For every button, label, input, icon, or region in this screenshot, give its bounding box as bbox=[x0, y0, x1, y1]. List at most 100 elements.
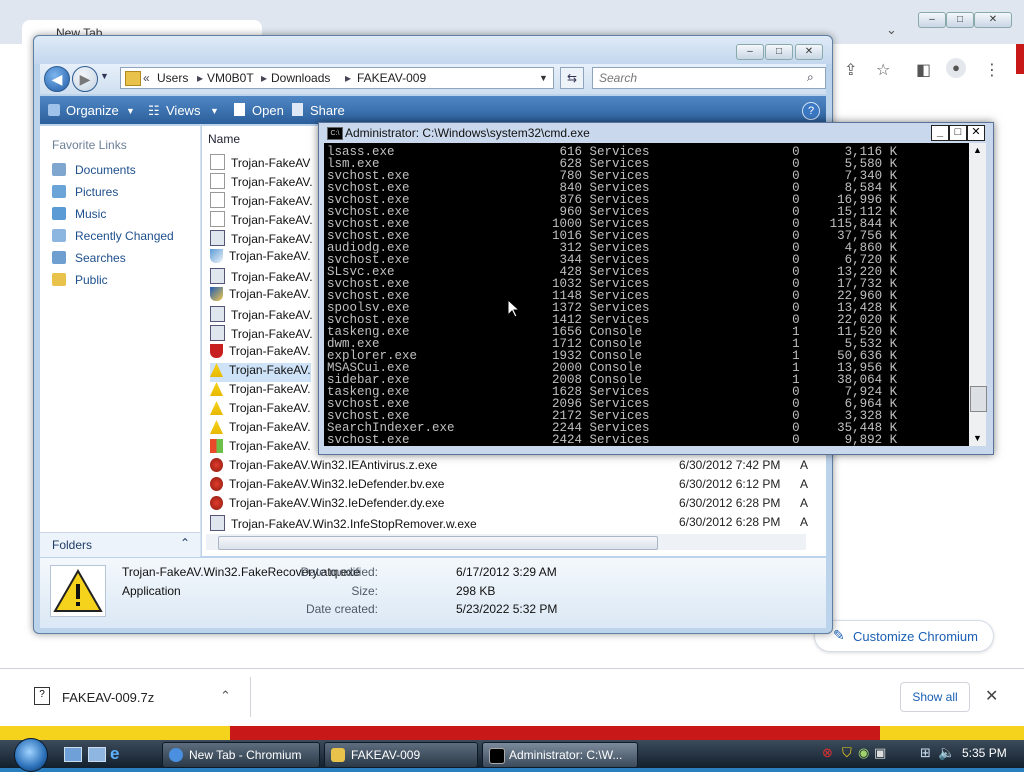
table-row[interactable]: Trojan-FakeAV. bbox=[210, 268, 313, 287]
horizontal-scrollbar[interactable] bbox=[206, 534, 806, 550]
file-date: 6/30/2012 6:28 PM bbox=[679, 515, 781, 529]
table-row[interactable]: Trojan-FakeAV.Win32.IEAntivirus.z.exe 6/3… bbox=[210, 458, 808, 477]
file-name: Trojan-FakeAV. bbox=[231, 194, 313, 208]
chevron-down-icon[interactable]: ⌄ bbox=[886, 22, 897, 38]
network-icon[interactable]: ⊞ bbox=[920, 745, 931, 761]
profile-avatar-icon[interactable]: ● bbox=[946, 58, 966, 78]
table-row[interactable]: Trojan-FakeAV. bbox=[210, 192, 313, 211]
show-desktop-icon[interactable] bbox=[64, 747, 82, 762]
shield-icon[interactable]: ⛉ bbox=[842, 745, 852, 761]
address-dropdown-icon[interactable]: ▼ bbox=[539, 73, 548, 83]
menu-kebab-icon[interactable]: ⋮ bbox=[984, 60, 1000, 80]
chromium-minimize-button[interactable]: – bbox=[918, 12, 946, 28]
start-button[interactable] bbox=[8, 738, 52, 772]
table-row[interactable]: Trojan-FakeAV. bbox=[210, 401, 311, 420]
table-row[interactable]: Trojan-FakeAV. bbox=[210, 439, 311, 458]
scroll-down-icon[interactable]: ▼ bbox=[973, 433, 982, 443]
show-all-button[interactable]: Show all bbox=[900, 682, 970, 712]
table-row[interactable]: Trojan-FakeAV. bbox=[210, 249, 311, 268]
fav-pictures[interactable]: Pictures bbox=[52, 185, 118, 199]
file-attr: A bbox=[800, 477, 809, 491]
table-row[interactable]: Trojan-FakeAV. bbox=[210, 344, 311, 363]
warning-icon bbox=[50, 565, 106, 617]
chevron-up-icon[interactable]: ⌃ bbox=[220, 688, 231, 704]
table-row[interactable]: Trojan-FakeAV. bbox=[210, 173, 313, 192]
chevron-down-icon[interactable]: ▼ bbox=[210, 106, 219, 116]
open-button[interactable]: Open bbox=[252, 103, 284, 118]
explorer-titlebar[interactable]: – □ ✕ bbox=[34, 36, 832, 64]
bookmark-star-icon[interactable]: ☆ bbox=[876, 60, 890, 80]
scrollbar-thumb[interactable] bbox=[218, 536, 658, 550]
download-item[interactable]: FAKEAV-009.7z bbox=[62, 690, 154, 705]
volume-muted-icon[interactable]: 🔈 bbox=[938, 744, 955, 761]
chromium-close-button[interactable]: ✕ bbox=[974, 12, 1012, 28]
explorer-close-button[interactable]: ✕ bbox=[795, 44, 823, 60]
fav-label: Pictures bbox=[75, 185, 119, 199]
refresh-button[interactable]: ⇆ bbox=[560, 67, 584, 89]
column-header-name[interactable]: Name bbox=[208, 132, 240, 146]
switch-windows-icon[interactable] bbox=[88, 747, 106, 762]
breadcrumb-users[interactable]: Users bbox=[157, 71, 188, 85]
internet-explorer-icon[interactable]: e bbox=[110, 744, 119, 764]
command-bar: Organize ▼ ☷ Views ▼ Open Share ? bbox=[40, 96, 826, 124]
address-bar-area: ◀ ▶ ▼ « Users ▸ VM0B0T ▸ Downloads ▸ FAK… bbox=[40, 64, 826, 94]
help-icon[interactable]: ? bbox=[802, 102, 820, 120]
security-alert-icon[interactable]: ⊗ bbox=[822, 745, 833, 761]
breadcrumb-user[interactable]: VM0B0T bbox=[207, 71, 254, 85]
cmd-maximize-button[interactable]: □ bbox=[949, 125, 967, 141]
taskbar-clock[interactable]: 5:35 PM bbox=[962, 746, 1007, 760]
scroll-up-icon[interactable]: ▲ bbox=[973, 145, 982, 155]
taskbar-item-explorer[interactable]: FAKEAV-009 bbox=[324, 742, 478, 768]
close-icon[interactable]: ✕ bbox=[985, 686, 998, 706]
breadcrumb-current[interactable]: FAKEAV-009 bbox=[357, 71, 426, 85]
recent-pages-chevron-icon[interactable]: ▼ bbox=[100, 71, 109, 81]
fav-documents[interactable]: Documents bbox=[52, 163, 136, 177]
search-input[interactable]: Search ⌕ bbox=[592, 67, 826, 89]
table-row[interactable]: Trojan-FakeAV.Win32.InfeStopRemover.w.ex… bbox=[210, 515, 808, 534]
table-row[interactable]: Trojan-FakeAV. bbox=[210, 363, 311, 382]
chromium-maximize-button[interactable]: □ bbox=[946, 12, 974, 28]
share-icon[interactable]: ⇪ bbox=[844, 60, 857, 80]
cmd-console-output[interactable]: lsass.exe 616 Services 0 3,116 Klsm.exe … bbox=[324, 143, 969, 446]
forward-button[interactable]: ▶ bbox=[72, 66, 98, 92]
fav-searches[interactable]: Searches bbox=[52, 251, 126, 265]
share-button[interactable]: Share bbox=[310, 103, 345, 118]
defender-icon[interactable]: ◉ bbox=[858, 745, 869, 761]
fav-music[interactable]: Music bbox=[52, 207, 106, 221]
table-row[interactable]: Trojan-FakeAV.Win32.IeDefender.dy.exe 6/3… bbox=[210, 496, 808, 515]
file-date: 6/30/2012 6:28 PM bbox=[679, 496, 781, 510]
side-panel-icon[interactable]: ◧ bbox=[916, 60, 931, 80]
taskbar-item-chromium[interactable]: New Tab - Chromium bbox=[162, 742, 320, 768]
search-icon[interactable]: ⌕ bbox=[807, 70, 814, 85]
scrollbar-thumb[interactable] bbox=[970, 386, 987, 412]
cmd-minimize-button[interactable]: _ bbox=[931, 125, 949, 141]
taskbar-item-cmd[interactable]: Administrator: C:\W... bbox=[482, 742, 638, 768]
table-row[interactable]: Trojan-FakeAV. bbox=[210, 325, 313, 344]
table-row[interactable]: Trojan-FakeAV. bbox=[210, 420, 311, 439]
breadcrumb-downloads[interactable]: Downloads bbox=[271, 71, 330, 85]
table-row[interactable]: Trojan-FakeAV.Win32.IeDefender.bv.exe 6/3… bbox=[210, 477, 808, 496]
cmd-close-button[interactable]: ✕ bbox=[967, 125, 985, 141]
table-row[interactable]: Trojan-FakeAV. bbox=[210, 306, 313, 325]
tray-app-icon[interactable]: ▣ bbox=[874, 745, 886, 761]
explorer-minimize-button[interactable]: – bbox=[736, 44, 764, 60]
table-row[interactable]: Trojan-FakeAV. bbox=[210, 211, 313, 230]
table-row[interactable]: Trojan-FakeAV bbox=[210, 154, 310, 173]
back-button[interactable]: ◀ bbox=[44, 66, 70, 92]
taskbar-item-label: Administrator: C:\W... bbox=[509, 748, 623, 762]
pencil-icon: ✎ bbox=[833, 627, 845, 643]
fav-public[interactable]: Public bbox=[52, 273, 108, 287]
cmd-vertical-scrollbar[interactable]: ▲ ▼ bbox=[969, 143, 987, 446]
table-row[interactable]: Trojan-FakeAV. bbox=[210, 382, 311, 401]
breadcrumb-overflow[interactable]: « bbox=[143, 71, 150, 85]
folders-toggle[interactable]: Folders ⌃ bbox=[40, 532, 200, 557]
organize-button[interactable]: Organize bbox=[66, 103, 119, 118]
explorer-maximize-button[interactable]: □ bbox=[765, 44, 793, 60]
fav-recently-changed[interactable]: Recently Changed bbox=[52, 229, 174, 243]
chevron-down-icon[interactable]: ▼ bbox=[126, 106, 135, 116]
table-row[interactable]: Trojan-FakeAV. bbox=[210, 230, 313, 249]
customize-chromium-button[interactable]: ✎ Customize Chromium bbox=[814, 620, 994, 652]
address-bar[interactable]: « Users ▸ VM0B0T ▸ Downloads ▸ FAKEAV-00… bbox=[120, 67, 554, 89]
table-row[interactable]: Trojan-FakeAV. bbox=[210, 287, 311, 306]
views-button[interactable]: Views bbox=[166, 103, 200, 118]
